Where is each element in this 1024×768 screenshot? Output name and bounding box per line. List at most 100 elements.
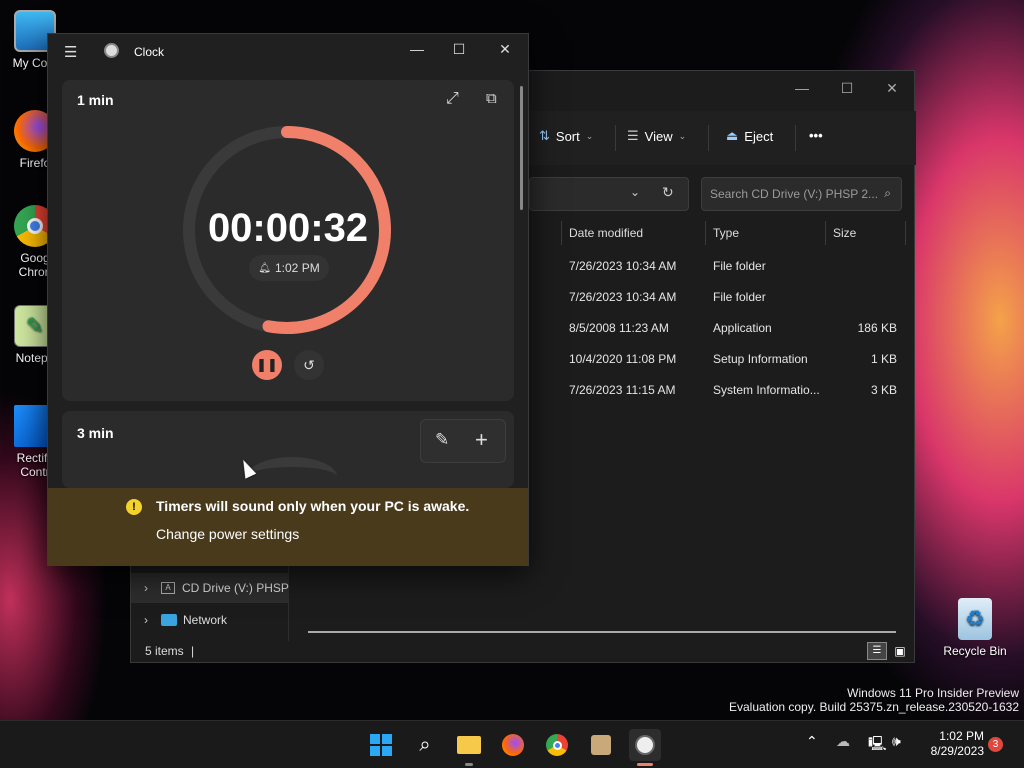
maximize-button[interactable]: ☐ <box>824 73 870 103</box>
timer-card-3min[interactable]: 3 min ✎ + <box>62 411 514 488</box>
change-power-settings-link[interactable]: Change power settings <box>156 526 299 542</box>
alarm-time-pill: 🔔︎ 1:02 PM <box>249 255 329 281</box>
folder-icon <box>457 736 481 754</box>
network-icon <box>161 614 177 626</box>
onedrive-icon[interactable]: ☁ <box>836 733 850 750</box>
chrome-taskbar-button[interactable] <box>541 729 573 761</box>
edit-icon[interactable]: ✎ <box>435 430 449 450</box>
view-icon: ☰ <box>627 128 639 143</box>
eject-icon: ⏏ <box>726 128 739 143</box>
horizontal-scrollbar[interactable] <box>308 631 896 633</box>
notification-badge[interactable]: 3 <box>988 737 1003 752</box>
watermark-build: Evaluation copy. Build 25375.zn_release.… <box>729 700 1019 714</box>
warning-icon: ! <box>126 499 142 515</box>
chevron-down-icon[interactable]: ⌄ <box>630 185 640 199</box>
refresh-icon[interactable]: ↻ <box>662 184 674 201</box>
chevron-down-icon: ⌄ <box>678 130 687 141</box>
search-input[interactable]: Search CD Drive (V:) PHSP 2... ⌕ <box>701 177 902 211</box>
view-label: View <box>644 128 673 144</box>
network-icon[interactable]: 🖳︎ <box>868 733 887 757</box>
address-bar[interactable]: ⌄ ↻ <box>529 177 689 211</box>
date-cell: 7/26/2023 10:34 AM <box>569 259 677 273</box>
type-cell: File folder <box>713 259 766 273</box>
taskbar: ⌕ ⌃ ☁ 🖳︎ 🕪︎ 1:02 PM 8/29/2023 3 <box>0 720 1024 768</box>
column-divider[interactable] <box>905 221 906 245</box>
see-more-button[interactable]: ••• <box>809 128 823 143</box>
add-icon[interactable]: + <box>475 427 488 453</box>
type-cell: System Informatio... <box>713 383 820 397</box>
size-cell: 1 KB <box>870 352 897 366</box>
active-indicator <box>637 763 653 766</box>
divider <box>708 125 709 151</box>
sort-label: Sort <box>555 128 580 144</box>
desktop-icon-label: Recycle Bin <box>943 644 1007 658</box>
date-cell: 7/26/2023 11:15 AM <box>569 383 676 397</box>
file-explorer-taskbar-button[interactable] <box>453 729 485 761</box>
column-header-size[interactable]: Size <box>833 226 856 240</box>
start-button[interactable] <box>365 729 397 761</box>
search-button[interactable]: ⌕ <box>409 729 441 761</box>
column-divider[interactable] <box>705 221 706 245</box>
desktop-icon-recycle-bin[interactable]: ♻ Recycle Bin <box>940 598 1010 658</box>
banner-message: Timers will sound only when your PC is a… <box>156 498 470 514</box>
minimize-button[interactable]: — <box>779 73 825 103</box>
chevron-right-icon[interactable]: › <box>131 581 161 595</box>
tray-time: 1:02 PM <box>939 729 984 743</box>
column-divider[interactable] <box>825 221 826 245</box>
type-cell: Application <box>713 321 772 335</box>
firefox-icon <box>502 734 524 756</box>
sort-button[interactable]: ⇅ Sort ⌄ <box>539 128 593 144</box>
tray-date: 8/29/2023 <box>930 744 984 758</box>
window-title: Clock <box>134 45 165 59</box>
timer-remaining: 00:00:32 <box>207 206 369 250</box>
sort-icon: ⇅ <box>539 128 550 143</box>
date-cell: 8/5/2008 11:23 AM <box>569 321 669 335</box>
view-button[interactable]: ☰ View ⌄ <box>627 128 686 144</box>
package-icon <box>591 735 611 755</box>
power-warning-banner: ! Timers will sound only when your PC is… <box>48 488 528 566</box>
tiles-view-button[interactable]: ▣ <box>891 642 909 660</box>
firefox-taskbar-button[interactable] <box>497 729 529 761</box>
details-view-button[interactable]: ☰ <box>867 642 887 660</box>
maximize-button[interactable]: ☐ <box>436 34 482 64</box>
volume-icon[interactable]: 🕪︎ <box>892 733 901 750</box>
clock-app-icon <box>104 43 119 58</box>
chrome-icon <box>546 734 568 756</box>
title-bar: ☰ Clock — ☐ ✕ <box>48 34 528 68</box>
timer-card-1min[interactable]: 1 min ⤢ ⧉ 00:00:32 🔔︎ 1:02 PM ❚❚ ↺ <box>62 80 514 401</box>
chevron-right-icon[interactable]: › <box>131 613 161 627</box>
alarm-time: 1:02 PM <box>275 261 320 275</box>
pause-button[interactable]: ❚❚ <box>252 350 282 380</box>
size-cell: 3 KB <box>870 383 897 397</box>
close-button[interactable]: ✕ <box>482 34 528 64</box>
type-cell: Setup Information <box>713 352 808 366</box>
size-cell: 186 KB <box>857 321 897 335</box>
vertical-scrollbar[interactable] <box>520 86 523 210</box>
tree-item-network[interactable]: › Network <box>131 605 289 635</box>
clock-app-window: ☰ Clock — ☐ ✕ 1 min ⤢ ⧉ 00:00:32 🔔︎ 1:02… <box>47 33 529 566</box>
clock-tray[interactable]: 1:02 PM 8/29/2023 <box>922 729 984 759</box>
column-divider[interactable] <box>561 221 562 245</box>
archive-app-taskbar-button[interactable] <box>585 729 617 761</box>
tree-item-cd-drive[interactable]: › A CD Drive (V:) PHSP <box>131 573 289 603</box>
bell-icon: 🔔︎ <box>258 262 271 274</box>
divider <box>615 125 616 151</box>
clock-taskbar-button[interactable] <box>629 729 661 761</box>
card-actions: ✎ + <box>420 419 506 463</box>
evaluation-watermark: Windows 11 Pro Insider Preview Evaluatio… <box>729 686 1019 714</box>
close-button[interactable]: ✕ <box>869 73 915 103</box>
navigation-pane: › A CD Drive (V:) PHSP › Network <box>131 565 289 641</box>
type-cell: File folder <box>713 290 766 304</box>
eject-label: Eject <box>744 128 774 144</box>
reset-button[interactable]: ↺ <box>294 350 324 380</box>
eject-button[interactable]: ⏏ Eject <box>726 128 773 144</box>
show-hidden-icons-chevron-up-icon[interactable]: ⌃ <box>806 733 818 750</box>
status-divider: | <box>191 644 195 658</box>
minimize-button[interactable]: — <box>394 34 440 64</box>
divider <box>795 125 796 151</box>
hamburger-menu-icon[interactable]: ☰ <box>64 43 77 61</box>
watermark-edition: Windows 11 Pro Insider Preview <box>847 686 1019 700</box>
column-header-date-modified[interactable]: Date modified <box>569 226 643 240</box>
tree-item-label: Network <box>183 613 228 627</box>
column-header-type[interactable]: Type <box>713 226 739 240</box>
